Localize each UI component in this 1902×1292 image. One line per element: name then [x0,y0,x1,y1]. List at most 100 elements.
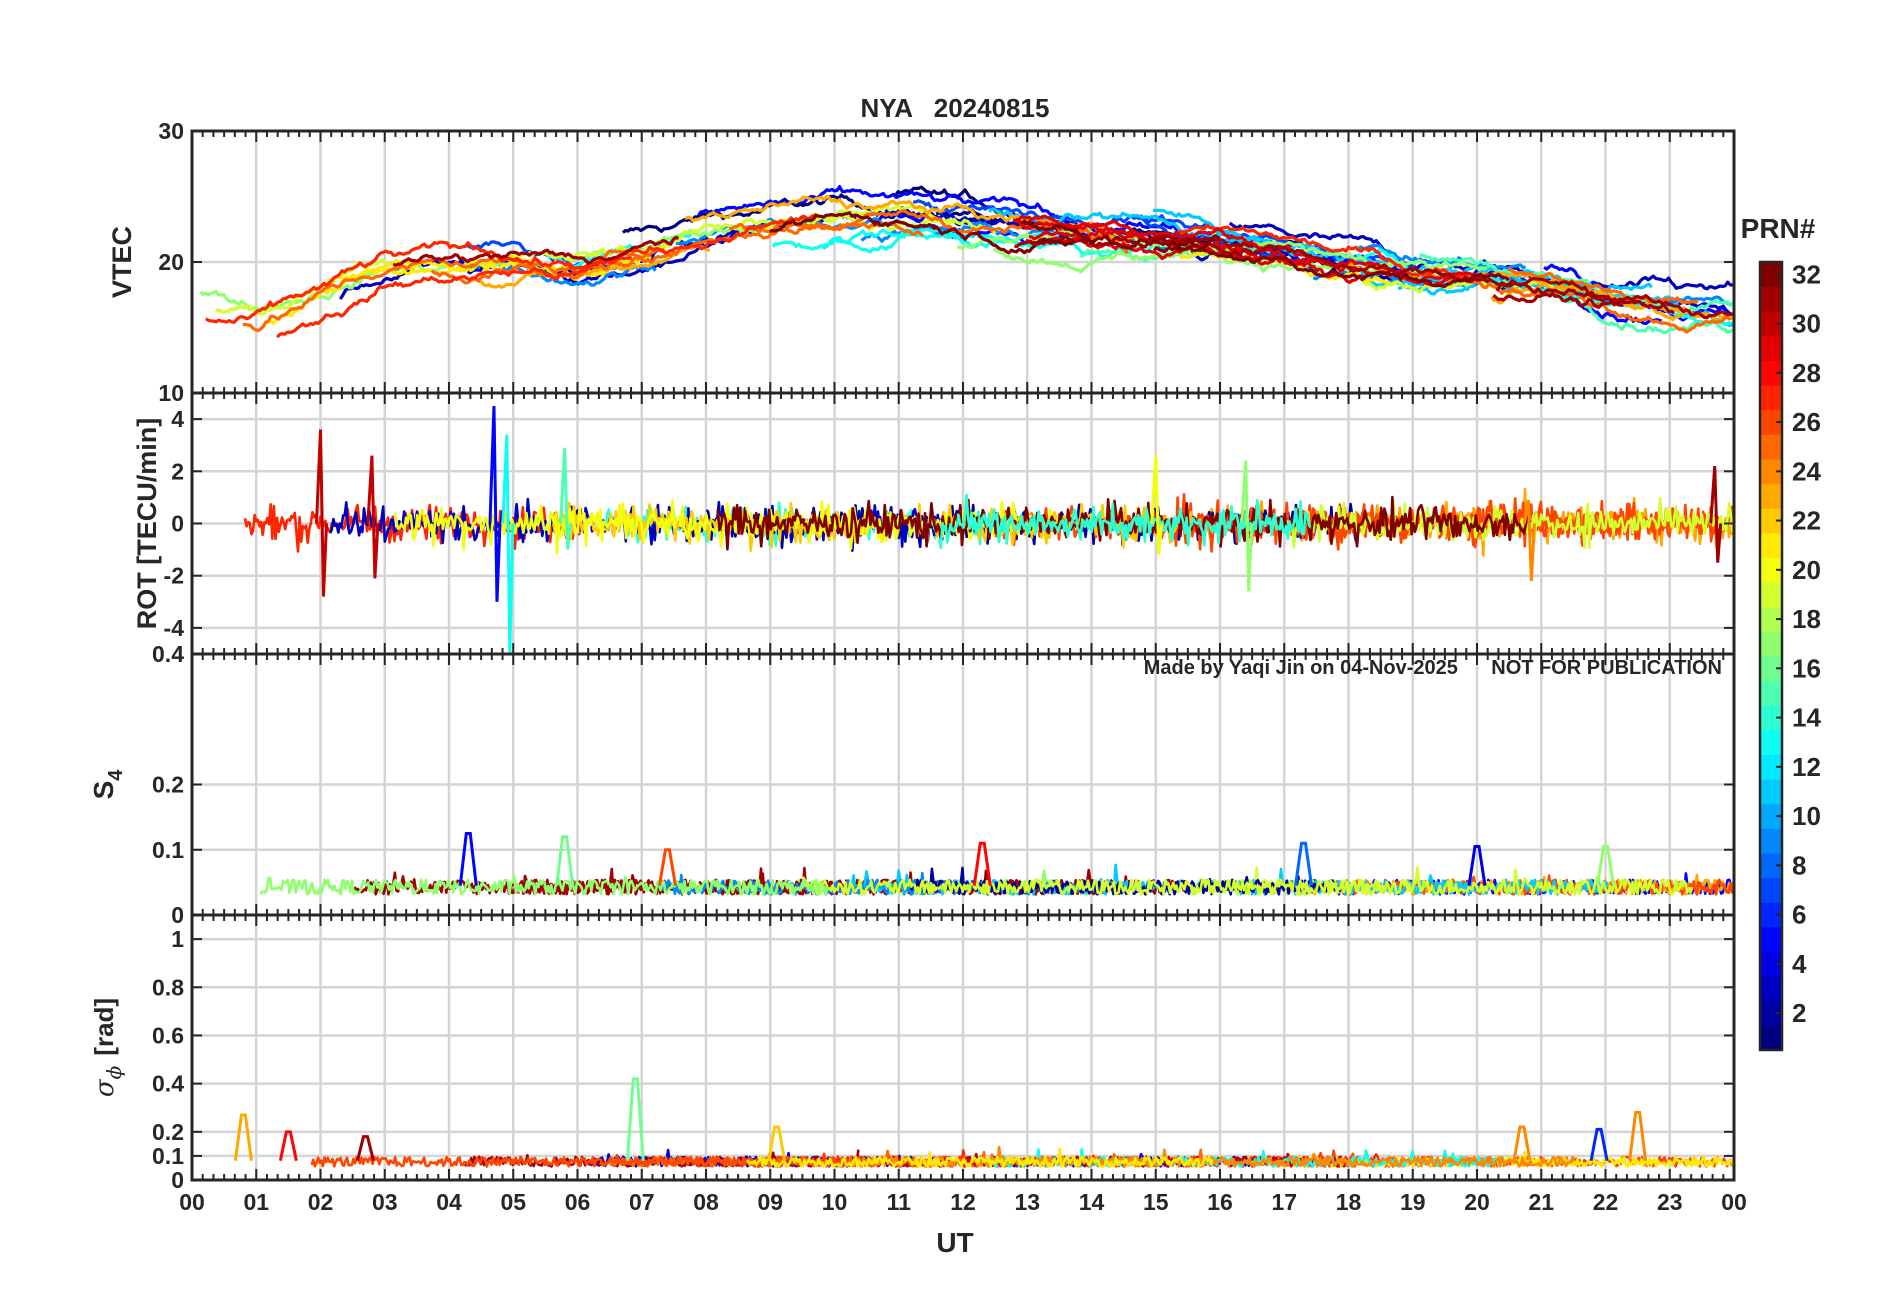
colorbar-tick-label: 4 [1792,949,1807,979]
panel-vtec: 10 20 30 VTEC [107,118,1736,406]
x-tick-label: 07 [629,1189,655,1215]
x-tick-label: 06 [565,1189,591,1215]
y-tick-label: 0 [171,902,184,928]
y-axis-label-main: σ [90,1078,120,1097]
x-tick-label: 13 [1014,1189,1040,1215]
x-tick-label: 23 [1657,1189,1683,1215]
y-tick-label: 1 [171,926,184,952]
chart-title: NYA 20240815 [861,93,1050,123]
y-axis-label-sub: ϕ [102,1065,126,1079]
y-tick-label-top: 0.4 [152,641,184,667]
panel-s4: 0 0.1 0.2 0.4 S4 [88,641,1736,928]
x-tick-label: 05 [500,1189,526,1215]
series-group [233,1077,1734,1168]
y-tick-label: 2 [171,458,184,484]
colorbar-tick-label: 14 [1792,703,1821,733]
x-tick-label: 10 [822,1189,848,1215]
y-tick-label: 0.6 [152,1022,184,1048]
x-tick-label: 02 [308,1189,334,1215]
x-tick-label: 15 [1143,1189,1169,1215]
y-tick-label: 4 [171,406,184,432]
watermark: Made by Yaqi Jin on 04-Nov-2025 NOT FOR … [1144,657,1722,679]
colorbar-swatch [1760,335,1782,361]
y-tick-label: 0.1 [152,1143,184,1169]
colorbar-swatch [1760,729,1782,755]
colorbar-swatch [1760,680,1782,706]
colorbar-tick-label: 32 [1792,259,1821,289]
y-tick-label: 0.2 [152,772,184,798]
x-tick-label: 16 [1207,1189,1233,1215]
y-axis-label: VTEC [107,226,137,298]
colorbar-swatch [1760,631,1782,657]
y-tick-label: 0 [171,511,184,537]
y-tick-label: -2 [164,563,184,589]
colorbar-tick-label: 26 [1792,407,1821,437]
x-tick-label: 21 [1528,1189,1554,1215]
x-tick-label: 09 [757,1189,783,1215]
colorbar-tick-label: 24 [1792,456,1821,486]
colorbar-swatch [1760,779,1782,805]
colorbar-swatch [1760,1025,1782,1051]
y-axis-label: σϕ [rad] [89,998,126,1097]
colorbar-swatch [1760,582,1782,608]
y-tick-label: 0.4 [152,1071,184,1097]
x-tick-label: 17 [1271,1189,1297,1215]
colorbar-label: PRN# [1741,213,1816,244]
y-axis-label: S4 [88,769,127,800]
peak-mark [1628,1111,1648,1161]
y-tick-label: 0.1 [152,837,184,863]
colorbar-swatch [1760,976,1782,1002]
colorbar-tick-label: 28 [1792,358,1821,388]
rot-spike [488,405,502,602]
peak-mark [555,835,575,886]
colorbar-tick-label: 16 [1792,653,1821,683]
x-tick-label: 12 [950,1189,976,1215]
x-tick-label: 14 [1079,1189,1105,1215]
y-tick-label: 0.8 [152,974,184,1000]
colorbar-swatch [1760,828,1782,854]
x-tick-label: 11 [887,1189,912,1215]
x-tick-label: 01 [243,1189,269,1215]
colorbar-swatch [1760,926,1782,952]
y-tick-label: 20 [158,249,184,275]
y-tick-label: 10 [158,380,184,406]
x-tick-label: 22 [1593,1189,1619,1215]
y-tick-label: 30 [158,118,184,144]
x-tick-label: 08 [693,1189,719,1215]
x-tick-label: 00 [1721,1189,1747,1215]
colorbar-swatch [1760,483,1782,509]
colorbar-tick-label: 10 [1792,801,1821,831]
colorbar-tick-label: 8 [1792,850,1806,880]
x-tick-label: 19 [1400,1189,1426,1215]
figure: NYA 20240815 102030VTEC-4-2024ROT [TECU/… [88,93,1821,1258]
colorbar-swatch [1760,434,1782,460]
peak-mark [458,831,478,886]
colorbar-swatch [1760,385,1782,411]
peak-mark [233,1113,253,1161]
colorbar-tick-label: 18 [1792,604,1821,634]
panel-rot: -4 -2 0 2 4 ROT [TECU/min] [132,391,1736,656]
panel-sigma_phi: 00.10.20.40.60.81σϕ[rad] [89,913,1736,1193]
y-axis-label-sub: 4 [105,769,127,781]
x-tick-label: 20 [1464,1189,1490,1215]
x-tick-label: 04 [436,1189,462,1215]
colorbar-swatch [1760,286,1782,312]
y-tick-label: -4 [164,615,185,641]
x-tick-label: 18 [1336,1189,1362,1215]
x-axis-label: UT [936,1227,973,1258]
colorbar-tick-label: 22 [1792,506,1821,536]
series-group [259,831,1734,896]
colorbar-tick-label: 30 [1792,309,1821,339]
series-group [243,405,1734,654]
rot-spike [501,434,515,654]
y-axis-label-unit: [rad] [89,998,119,1056]
x-tick-label: 03 [372,1189,398,1215]
colorbar-tick-label: 6 [1792,900,1806,930]
y-axis-label-main: S [88,781,119,800]
colorbar-tick-label: 20 [1792,555,1821,585]
colorbar-swatch [1760,877,1782,903]
rot-spike [1709,465,1723,563]
colorbar-tick-label: 12 [1792,752,1821,782]
y-axis-label: ROT [TECU/min] [132,418,162,629]
colorbar-tick-label: 2 [1792,998,1806,1028]
